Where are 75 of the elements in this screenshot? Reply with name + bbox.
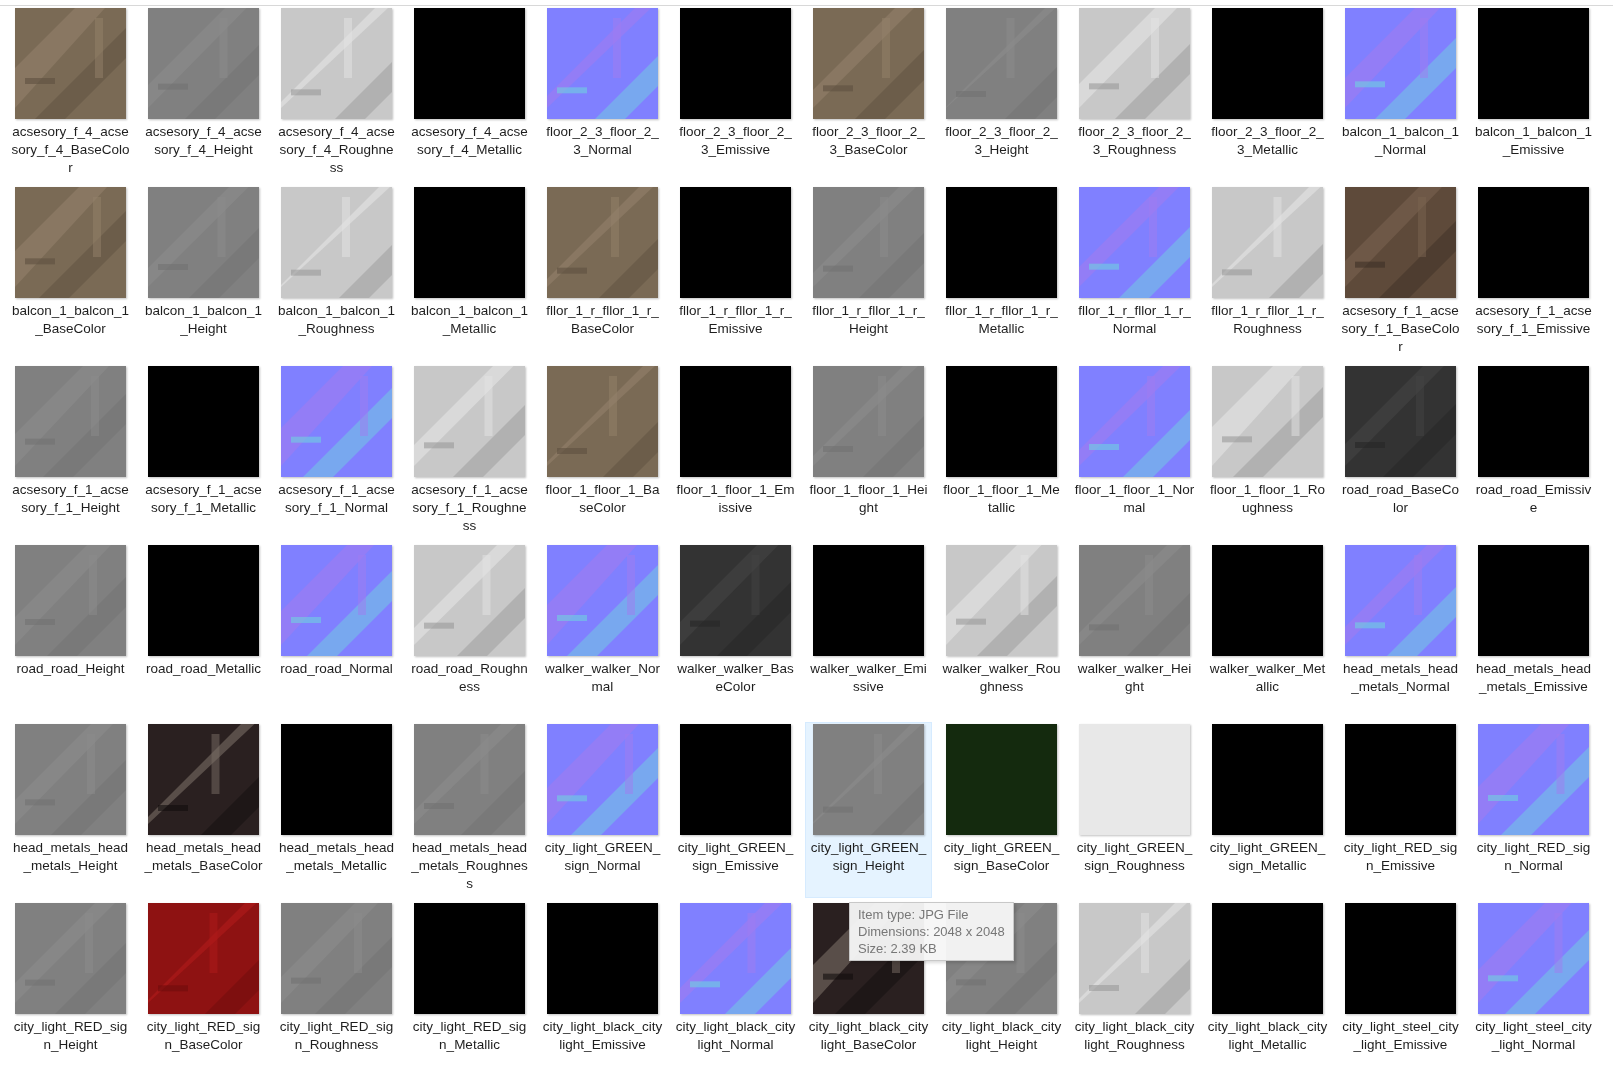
file-name[interactable]: city_light_GREEN_sign_Normal: [542, 839, 663, 875]
file-name[interactable]: acsesory_f_1_acsesory_f_1_BaseColor: [1340, 302, 1461, 356]
file-name[interactable]: fllor_1_r_fllor_1_r_Height: [808, 302, 929, 338]
file-name[interactable]: walker_walker_BaseColor: [675, 660, 796, 696]
file-name[interactable]: balcon_1_balcon_1_Height: [143, 302, 264, 338]
file-name[interactable]: city_light_black_city light_Emissive: [542, 1018, 663, 1054]
file-name[interactable]: city_light_RED_sign_Normal: [1473, 839, 1594, 875]
file-name[interactable]: city_light_GREEN_sign_BaseColor: [941, 839, 1062, 875]
file-name[interactable]: city_light_RED_sign_Roughness: [276, 1018, 397, 1054]
file-name[interactable]: acsesory_f_4_acsesory_f_4_BaseColor: [10, 123, 131, 177]
file-name[interactable]: city_light_RED_sign_Metallic: [409, 1018, 530, 1054]
file-name[interactable]: acsesory_f_4_acsesory_f_4_Metallic: [409, 123, 530, 159]
file-name[interactable]: floor_1_floor_1_Metallic: [941, 481, 1062, 517]
file-name[interactable]: head_metals_head_metals_Metallic: [276, 839, 397, 875]
file-name[interactable]: fllor_1_r_fllor_1_r_Normal: [1074, 302, 1195, 338]
tooltip-line: Size: 2.39 KB: [858, 940, 938, 957]
file-name[interactable]: walker_walker_Roughness: [941, 660, 1062, 696]
file-name[interactable]: floor_1_floor_1_BaseColor: [542, 481, 663, 517]
file-name[interactable]: head_metals_head_metals_Height: [10, 839, 131, 875]
file-name[interactable]: floor_1_floor_1_Roughness: [1207, 481, 1328, 517]
file-name[interactable]: floor_1_floor_1_Normal: [1074, 481, 1195, 517]
file-name[interactable]: city_light_black_city light_Roughness: [1074, 1018, 1195, 1054]
file-name[interactable]: floor_2_3_floor_2_3_Roughness: [1074, 123, 1195, 159]
file-name[interactable]: city_light_GREEN_sign_Metallic: [1207, 839, 1328, 875]
file-name[interactable]: city_light_black_city light_BaseColor: [808, 1018, 929, 1054]
file-name[interactable]: city_light_steel_city_light_Emissive: [1340, 1018, 1461, 1054]
file-name[interactable]: acsesory_f_4_acsesory_f_4_Height: [143, 123, 264, 159]
tooltip-line: Dimensions: 2048 x 2048: [858, 923, 1005, 940]
file-name[interactable]: walker_walker_Normal: [542, 660, 663, 696]
file-name[interactable]: road_road_Normal: [276, 660, 397, 678]
file-name[interactable]: walker_walker_Metallic: [1207, 660, 1328, 696]
file-name[interactable]: road_road_Emissive: [1473, 481, 1594, 517]
tooltip-line: Item type: JPG File: [858, 906, 970, 923]
file-name[interactable]: walker_walker_Emissive: [808, 660, 929, 696]
file-name[interactable]: city_light_RED_sign_Height: [10, 1018, 131, 1054]
file-name[interactable]: city_light_GREEN_sign_Emissive: [675, 839, 796, 875]
file-name[interactable]: city_light_steel_city_light_Normal: [1473, 1018, 1594, 1054]
file-name[interactable]: acsesory_f_1_acsesory_f_1_Metallic: [143, 481, 264, 517]
file-name[interactable]: balcon_1_balcon_1_BaseColor: [10, 302, 131, 338]
file-name[interactable]: city_light_RED_sign_BaseColor: [143, 1018, 264, 1054]
file-name[interactable]: floor_2_3_floor_2_3_Metallic: [1207, 123, 1328, 159]
file-name[interactable]: fllor_1_r_fllor_1_r_Emissive: [675, 302, 796, 338]
file-name[interactable]: fllor_1_r_fllor_1_r_Metallic: [941, 302, 1062, 338]
file-name[interactable]: road_road_Roughness: [409, 660, 530, 696]
file-name[interactable]: fllor_1_r_fllor_1_r_BaseColor: [542, 302, 663, 338]
file-name[interactable]: floor_1_floor_1_Height: [808, 481, 929, 517]
file-name[interactable]: road_road_Metallic: [143, 660, 264, 678]
file-name[interactable]: acsesory_f_1_acsesory_f_1_Roughness: [409, 481, 530, 535]
file-name[interactable]: city_light_GREEN_sign_Roughness: [1074, 839, 1195, 875]
file-name[interactable]: balcon_1_balcon_1_Normal: [1340, 123, 1461, 159]
file-name[interactable]: road_road_Height: [10, 660, 131, 678]
file-name[interactable]: walker_walker_Height: [1074, 660, 1195, 696]
file-name[interactable]: head_metals_head_metals_Normal: [1340, 660, 1461, 696]
file-name[interactable]: fllor_1_r_fllor_1_r_Roughness: [1207, 302, 1328, 338]
file-name[interactable]: city_light_RED_sign_Emissive: [1340, 839, 1461, 875]
file-name[interactable]: balcon_1_balcon_1_Metallic: [409, 302, 530, 338]
file-name[interactable]: road_road_BaseColor: [1340, 481, 1461, 517]
file-name[interactable]: head_metals_head_metals_BaseColor: [143, 839, 264, 875]
file-name[interactable]: acsesory_f_4_acsesory_f_4_Roughness: [276, 123, 397, 177]
file-name[interactable]: floor_2_3_floor_2_3_BaseColor: [808, 123, 929, 159]
file-name[interactable]: floor_2_3_floor_2_3_Emissive: [675, 123, 796, 159]
file-name[interactable]: floor_1_floor_1_Emissive: [675, 481, 796, 517]
file-name[interactable]: city_light_GREEN_sign_Height: [808, 839, 929, 875]
file-name[interactable]: city_light_black_city light_Normal: [675, 1018, 796, 1054]
file-name[interactable]: balcon_1_balcon_1_Roughness: [276, 302, 397, 338]
file-name[interactable]: floor_2_3_floor_2_3_Height: [941, 123, 1062, 159]
file-name[interactable]: acsesory_f_1_acsesory_f_1_Emissive: [1473, 302, 1594, 338]
file-name[interactable]: floor_2_3_floor_2_3_Normal: [542, 123, 663, 159]
file-name[interactable]: city_light_black_city light_Height: [941, 1018, 1062, 1054]
file-name[interactable]: acsesory_f_1_acsesory_f_1_Normal: [276, 481, 397, 517]
file-name[interactable]: head_metals_head_metals_Emissive: [1473, 660, 1594, 696]
file-name[interactable]: balcon_1_balcon_1_Emissive: [1473, 123, 1594, 159]
file-name[interactable]: acsesory_f_1_acsesory_f_1_Height: [10, 481, 131, 517]
file-name[interactable]: city_light_black_city light_Metallic: [1207, 1018, 1328, 1054]
file-name[interactable]: head_metals_head_metals_Roughness: [409, 839, 530, 893]
